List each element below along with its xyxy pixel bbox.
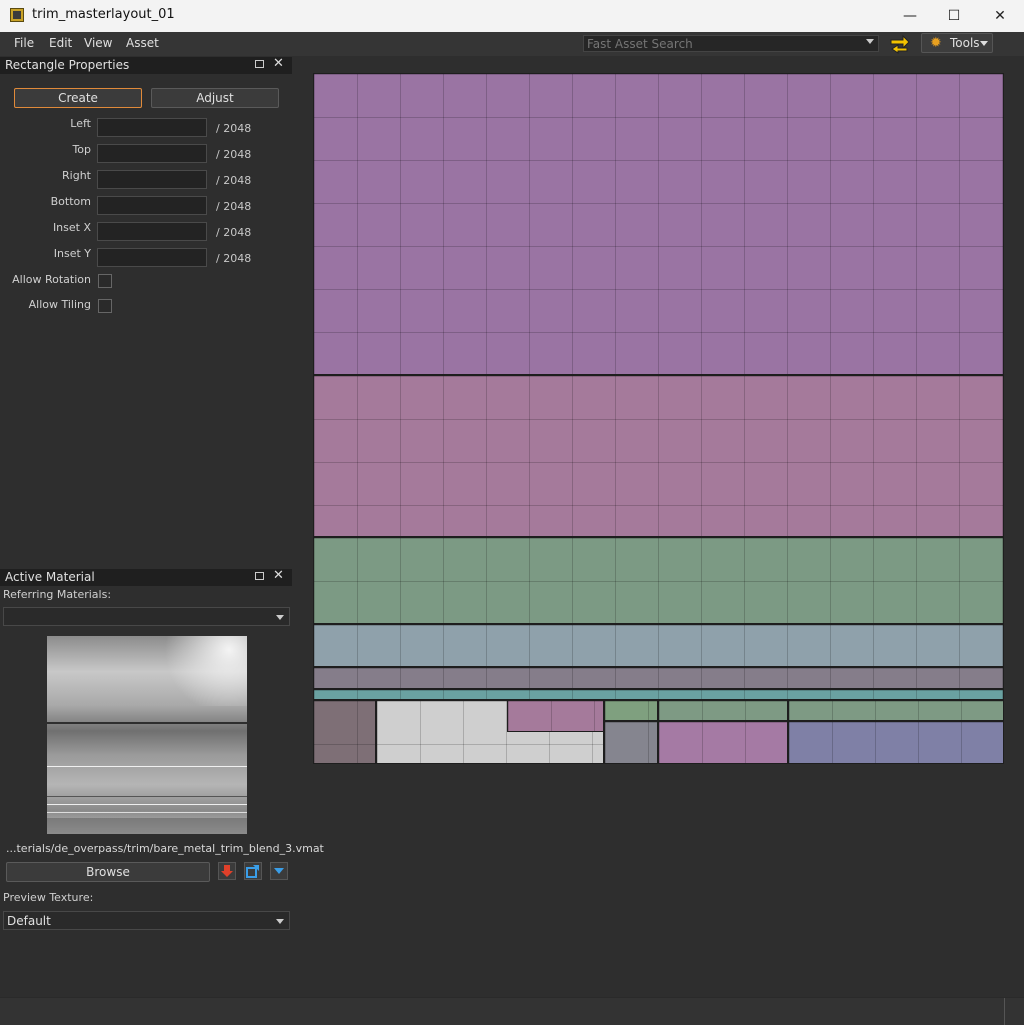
allow-tiling-label: Allow Tiling xyxy=(28,298,91,311)
field-label: Right xyxy=(62,169,91,182)
inset-x-input[interactable] xyxy=(97,222,207,241)
minimize-button[interactable]: — xyxy=(887,0,933,32)
download-arrow-icon[interactable] xyxy=(218,862,236,880)
field-label: Top xyxy=(72,143,91,156)
inset-y-input[interactable] xyxy=(97,248,207,267)
resize-grip[interactable] xyxy=(1004,998,1005,1025)
panel-title: Active Material xyxy=(5,570,95,584)
trim-rect[interactable] xyxy=(604,700,658,721)
bottom-input[interactable] xyxy=(97,196,207,215)
trim-rect[interactable] xyxy=(788,721,1004,764)
field-suffix: / 2048 xyxy=(216,200,252,213)
trim-rect[interactable] xyxy=(658,700,788,721)
dropdown-value: Default xyxy=(7,914,51,928)
trim-rect[interactable] xyxy=(313,689,1004,700)
field-label: Bottom xyxy=(50,195,91,208)
field-label: Inset Y xyxy=(53,247,91,260)
float-panel-icon[interactable] xyxy=(255,60,264,68)
close-icon[interactable]: ✕ xyxy=(273,56,284,71)
trim-layout-canvas[interactable] xyxy=(313,73,1004,764)
chevron-down-icon[interactable] xyxy=(866,39,874,44)
fast-asset-search[interactable] xyxy=(583,35,879,52)
trim-rect[interactable] xyxy=(313,73,1004,375)
top-input[interactable] xyxy=(97,144,207,163)
app-icon xyxy=(10,8,24,22)
trim-rect[interactable] xyxy=(604,721,658,764)
field-label: Inset X xyxy=(52,221,91,234)
field-suffix: / 2048 xyxy=(216,252,252,265)
chevron-down-icon xyxy=(276,919,284,924)
field-label: Left xyxy=(70,117,91,130)
trim-rect[interactable] xyxy=(313,537,1004,624)
field-suffix: / 2048 xyxy=(216,148,252,161)
menu-asset[interactable]: Asset xyxy=(126,36,159,50)
material-path: ...terials/de_overpass/trim/bare_metal_t… xyxy=(6,842,324,855)
preview-texture-dropdown[interactable]: Default xyxy=(3,911,290,930)
search-input[interactable] xyxy=(584,36,864,51)
tools-label: Tools xyxy=(950,36,980,50)
menu-file[interactable]: File xyxy=(14,36,34,50)
allow-rotation-label: Allow Rotation xyxy=(12,273,91,286)
browse-button[interactable]: Browse xyxy=(6,862,210,882)
float-panel-icon[interactable] xyxy=(255,572,264,580)
trim-rect[interactable] xyxy=(658,721,788,764)
trim-rect[interactable] xyxy=(313,700,376,764)
trim-rect[interactable] xyxy=(313,375,1004,537)
status-bar xyxy=(0,997,1024,1025)
maximize-button[interactable]: ☐ xyxy=(931,0,977,32)
trim-rect[interactable] xyxy=(788,700,1004,721)
active-material-header: Active Material ✕ xyxy=(0,568,292,586)
dropdown-arrow-icon[interactable] xyxy=(270,862,288,880)
allow-tiling-checkbox[interactable] xyxy=(98,299,112,313)
chevron-down-icon xyxy=(980,41,988,46)
swap-icon[interactable] xyxy=(889,34,911,54)
adjust-button[interactable]: Adjust xyxy=(151,88,279,108)
allow-rotation-checkbox[interactable] xyxy=(98,274,112,288)
field-suffix: / 2048 xyxy=(216,122,252,135)
field-suffix: / 2048 xyxy=(216,174,252,187)
field-suffix: / 2048 xyxy=(216,226,252,239)
menu-view[interactable]: View xyxy=(84,36,112,50)
preview-texture-label: Preview Texture: xyxy=(3,891,94,904)
menu-edit[interactable]: Edit xyxy=(49,36,72,50)
tools-button[interactable]: ✹ Tools xyxy=(921,33,993,53)
chevron-down-icon xyxy=(276,615,284,620)
right-input[interactable] xyxy=(97,170,207,189)
trim-rect[interactable] xyxy=(313,624,1004,667)
trim-rect[interactable] xyxy=(313,667,1004,689)
referring-materials-label: Referring Materials: xyxy=(3,588,112,601)
create-button[interactable]: Create xyxy=(14,88,142,108)
rectangle-properties-header: Rectangle Properties ✕ xyxy=(0,56,292,74)
window-title: trim_masterlayout_01 xyxy=(32,7,175,22)
gear-icon: ✹ xyxy=(930,35,942,51)
close-icon[interactable]: ✕ xyxy=(273,568,284,583)
material-preview-thumbnail xyxy=(47,636,247,834)
trim-rect[interactable] xyxy=(507,700,604,732)
referring-materials-dropdown[interactable] xyxy=(3,607,290,626)
close-button[interactable]: ✕ xyxy=(977,0,1023,32)
panel-title: Rectangle Properties xyxy=(5,58,130,72)
open-external-icon[interactable] xyxy=(244,862,262,880)
left-input[interactable] xyxy=(97,118,207,137)
title-bar: trim_masterlayout_01 — ☐ ✕ xyxy=(0,0,1024,32)
